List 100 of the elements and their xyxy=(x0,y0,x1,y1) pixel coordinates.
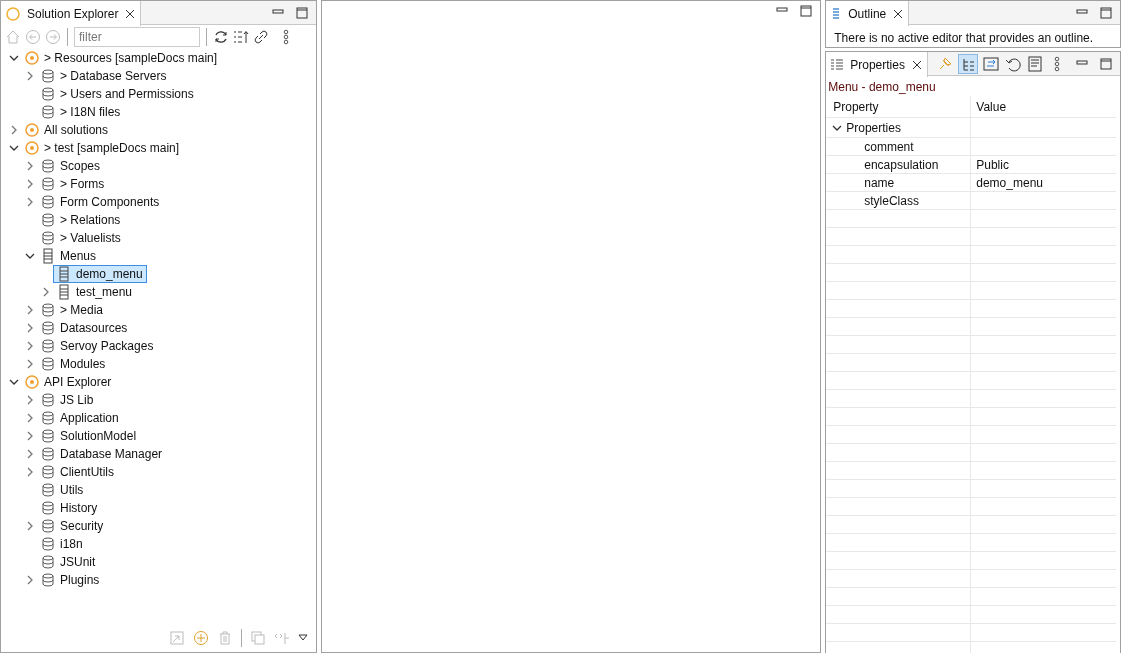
maximize-icon[interactable] xyxy=(800,5,813,17)
chevron-right-icon[interactable] xyxy=(25,467,35,477)
chevron-down-icon[interactable] xyxy=(25,251,35,261)
property-name: comment xyxy=(863,138,914,156)
tree-item[interactable]: test_menu xyxy=(53,283,137,301)
tree-item[interactable]: API Explorer xyxy=(21,373,116,391)
properties-tab[interactable]: Properties xyxy=(826,52,928,77)
database-icon xyxy=(40,554,56,570)
filter-field[interactable]: filter xyxy=(74,27,200,47)
chevron-right-icon[interactable] xyxy=(25,521,35,531)
tree-item[interactable]: Application xyxy=(37,409,123,427)
chevron-right-icon[interactable] xyxy=(25,413,35,423)
database-icon xyxy=(40,500,56,516)
chevron-down-icon[interactable] xyxy=(9,377,19,387)
database-icon xyxy=(40,518,56,534)
chevron-down-icon[interactable] xyxy=(9,143,19,153)
database-icon xyxy=(40,410,56,426)
tree-item[interactable]: Servoy Packages xyxy=(37,337,158,355)
property-name: name xyxy=(863,174,895,192)
database-icon xyxy=(40,68,56,84)
column-header: Value xyxy=(976,98,1007,116)
chevron-right-icon[interactable] xyxy=(25,449,35,459)
tree-item[interactable]: JS Lib xyxy=(37,391,98,409)
tree-item[interactable]: > Valuelists xyxy=(37,229,125,247)
database-icon xyxy=(40,302,56,318)
circle-icon xyxy=(5,5,21,22)
node-icon xyxy=(24,140,40,156)
tree-item[interactable]: demo_menu xyxy=(53,265,147,283)
database-icon xyxy=(40,176,56,192)
chevron-right-icon[interactable] xyxy=(25,305,35,315)
chevron-right-icon[interactable] xyxy=(25,323,35,333)
chevron-right-icon[interactable] xyxy=(25,161,35,171)
tree-item[interactable]: SolutionModel xyxy=(37,427,141,445)
list-icon xyxy=(56,266,72,282)
tree-item[interactable]: History xyxy=(37,499,102,517)
chevron-right-icon[interactable] xyxy=(25,341,35,351)
tree-item[interactable]: Modules xyxy=(37,355,110,373)
property-value: Public xyxy=(976,156,1009,174)
tree-item[interactable]: > Database Servers xyxy=(37,67,171,85)
chevron-right-icon[interactable] xyxy=(25,575,35,585)
refresh-icon[interactable] xyxy=(213,29,229,45)
node-icon xyxy=(24,50,40,66)
tree-item[interactable]: Plugins xyxy=(37,571,104,589)
outline-tab[interactable]: Outline xyxy=(826,1,910,26)
tree-item[interactable]: > Relations xyxy=(37,211,125,229)
chevron-right-icon[interactable] xyxy=(25,179,35,189)
tree-item[interactable]: i18n xyxy=(37,535,87,553)
close-icon[interactable] xyxy=(910,58,923,71)
tree-item[interactable]: > test [sampleDocs main] xyxy=(21,139,184,157)
chevron-right-icon[interactable] xyxy=(25,197,35,207)
chevron-right-icon[interactable] xyxy=(25,71,35,81)
maximize-icon[interactable] xyxy=(295,6,308,19)
tree-view-icon[interactable] xyxy=(957,53,978,74)
chevron-right-icon[interactable] xyxy=(25,431,35,441)
database-icon xyxy=(40,446,56,462)
link-icon[interactable] xyxy=(253,29,269,45)
tree-item[interactable]: Form Components xyxy=(37,193,164,211)
tree-item[interactable]: > Media xyxy=(37,301,108,319)
database-icon xyxy=(40,482,56,498)
column-header: Property xyxy=(832,98,880,116)
outline-message: There is no active editor that provides an outline. xyxy=(834,31,1094,45)
node-icon xyxy=(24,122,40,138)
tree-item[interactable]: Security xyxy=(37,517,108,535)
sync-icon[interactable] xyxy=(981,54,1000,73)
tree-item[interactable]: > Forms xyxy=(37,175,109,193)
tree-item[interactable]: JSUnit xyxy=(37,553,100,571)
maximize-icon[interactable] xyxy=(1100,57,1112,70)
tree-item[interactable]: Scopes xyxy=(37,157,105,175)
tree-item[interactable]: > I18N files xyxy=(37,103,125,121)
tree-item[interactable]: > Users and Permissions xyxy=(37,85,198,103)
tree-item[interactable]: > Resources [sampleDocs main] xyxy=(21,49,222,67)
chevron-right-icon[interactable] xyxy=(25,359,35,369)
chevron-right-icon[interactable] xyxy=(41,287,51,297)
property-name: styleClass xyxy=(863,192,919,210)
database-icon xyxy=(40,392,56,408)
database-icon xyxy=(40,230,56,246)
tree-item[interactable]: ClientUtils xyxy=(37,463,118,481)
list-icon xyxy=(40,248,56,264)
tree-item[interactable]: Datasources xyxy=(37,319,132,337)
maximize-icon[interactable] xyxy=(1100,6,1112,19)
database-icon xyxy=(40,338,56,354)
database-icon xyxy=(40,464,56,480)
chevron-right-icon[interactable] xyxy=(25,395,35,405)
database-icon xyxy=(40,212,56,228)
tree-item[interactable]: Menus xyxy=(37,247,101,265)
close-icon[interactable] xyxy=(892,7,905,20)
database-icon xyxy=(40,572,56,588)
chevron-down-icon[interactable] xyxy=(9,53,19,63)
property-group: Properties xyxy=(846,118,901,137)
tree-item[interactable]: Database Manager xyxy=(37,445,167,463)
more-icon[interactable] xyxy=(281,29,291,45)
tree-item[interactable]: Utils xyxy=(37,481,88,499)
dropdown-icon[interactable] xyxy=(297,633,308,643)
database-icon xyxy=(40,536,56,552)
database-icon xyxy=(40,428,56,444)
solution-explorer-tab[interactable]: Solution Explorer xyxy=(1,1,142,26)
database-icon xyxy=(40,104,56,120)
chevron-right-icon[interactable] xyxy=(9,125,19,135)
tree-item[interactable]: All solutions xyxy=(21,121,113,139)
close-icon[interactable] xyxy=(124,7,137,20)
